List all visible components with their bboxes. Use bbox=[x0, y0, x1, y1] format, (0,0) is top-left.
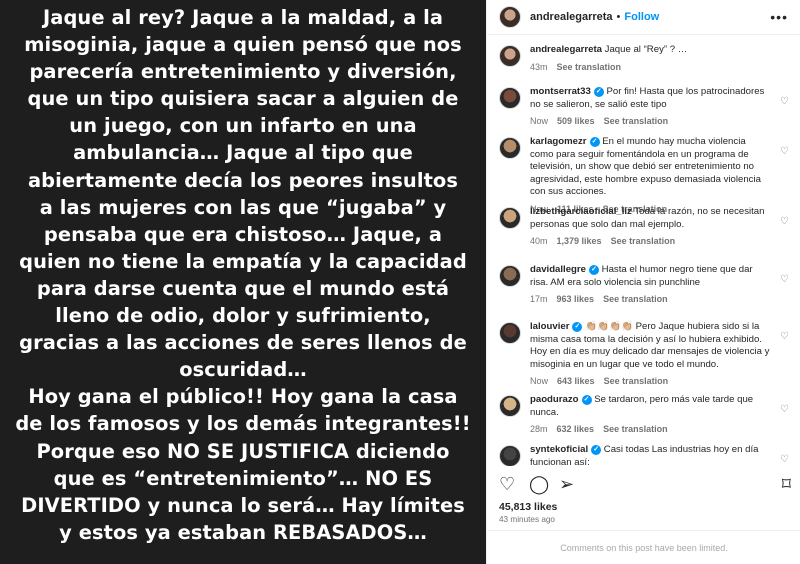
post-text-line: oscuridad… bbox=[179, 358, 307, 382]
verified-badge-icon: ✓ bbox=[591, 445, 602, 455]
commenter-avatar[interactable] bbox=[499, 137, 521, 159]
post-text-line: ambulancia… Jaque al tipo que bbox=[73, 141, 413, 165]
post-text-line: un juego, con un infarto en una bbox=[69, 114, 417, 138]
comments-list[interactable]: andrealegarreta Jaque al “Rey” ? … 43m Se… bbox=[487, 36, 800, 466]
header-separator: • bbox=[616, 11, 621, 23]
post-image-text: Jaque al rey? Jaque a la maldad, a la mi… bbox=[0, 0, 486, 546]
caption: andrealegarreta Jaque al “Rey” ? … 43m Se… bbox=[499, 44, 795, 72]
see-translation-link[interactable]: See translation bbox=[604, 116, 669, 126]
comment-time: 40m bbox=[530, 236, 548, 247]
post-text-line: DIVERTIDO y nunca lo será… Hay límites bbox=[21, 493, 465, 517]
author-username[interactable]: andrealegarreta bbox=[530, 11, 613, 23]
comment-like-icon[interactable]: ♡ bbox=[780, 216, 789, 227]
commenter-username[interactable]: syntekoficial bbox=[530, 444, 588, 455]
commenter-avatar[interactable] bbox=[499, 322, 521, 344]
caption-avatar[interactable] bbox=[499, 45, 521, 67]
comment-time: 28m bbox=[530, 424, 548, 435]
comment-like-icon[interactable]: ♡ bbox=[780, 454, 789, 465]
comment-icon[interactable]: ◯ bbox=[529, 474, 549, 494]
commenter-username[interactable]: davidallegre bbox=[530, 264, 586, 275]
post-text-line: misoginia, jaque a quien pensó que nos bbox=[24, 33, 462, 57]
comments-limited-notice: Comments on this post have been limited. bbox=[487, 530, 800, 564]
verified-badge-icon: ✓ bbox=[581, 395, 592, 405]
post-text-line: que un tipo quisiera sacar a alguien de bbox=[27, 87, 459, 111]
comment-likes[interactable]: 1,379 likes bbox=[557, 236, 602, 246]
post-text-line: Jaque al rey? Jaque a la maldad, a la bbox=[42, 6, 444, 29]
see-translation-link[interactable]: See translation bbox=[557, 62, 622, 72]
comment-item: montserrat33 ✓ Por fin! Hasta que los pat… bbox=[499, 86, 795, 126]
commenter-username[interactable]: karlagomezr bbox=[530, 136, 587, 147]
commenter-username[interactable]: lizbethgarciaoficial_liz bbox=[530, 206, 632, 217]
commenter-avatar[interactable] bbox=[499, 265, 521, 287]
comment-time: 17m bbox=[530, 294, 548, 305]
post-text-line: a las mujeres con las que “jugaba” y bbox=[39, 195, 447, 219]
post-time: 43 minutes ago bbox=[499, 515, 555, 524]
comment-item: karlagomezr ✓ En el mundo hay mucha viole… bbox=[499, 136, 795, 214]
post-text-line: Hoy gana el público!! Hoy gana la casa bbox=[28, 385, 458, 409]
likes-count[interactable]: 45,813 likes bbox=[499, 501, 557, 513]
see-translation-link[interactable]: See translation bbox=[611, 236, 676, 246]
comment-item: paodurazo ✓ Se tardaron, pero más vale ta… bbox=[499, 394, 795, 434]
share-icon[interactable]: ➢ bbox=[559, 474, 574, 494]
see-translation-link[interactable]: See translation bbox=[604, 376, 669, 386]
post-text-line: Porque eso NO SE JUSTIFICA diciendo bbox=[36, 439, 450, 463]
more-options-icon[interactable]: ••• bbox=[770, 9, 788, 25]
post-text-line: lleno de odio, dolor y sufrimiento, bbox=[55, 304, 431, 328]
comment-likes[interactable]: 632 likes bbox=[557, 424, 595, 434]
post-text-line: para darse cuenta que el mundo está bbox=[36, 276, 450, 300]
post-text-line: que es “entretenimiento”… NO ES bbox=[53, 466, 433, 490]
post-text-line: de los famosos y los demás integrantes!! bbox=[15, 412, 471, 436]
comment-like-icon[interactable]: ♡ bbox=[780, 331, 789, 342]
comment-item: davidallegre ✓ Hasta el humor negro tiene… bbox=[499, 264, 795, 304]
post-text-line: abiertamente decía los peores insultos bbox=[27, 168, 458, 192]
verified-badge-icon: ✓ bbox=[589, 137, 600, 147]
verified-badge-icon: ✓ bbox=[572, 322, 583, 332]
caption-text: Jaque al “Rey” ? … bbox=[604, 44, 688, 55]
post-text-line: quien no tiene la empatía y la capacidad bbox=[19, 249, 467, 273]
verified-badge-icon: ✓ bbox=[593, 87, 604, 97]
comment-like-icon[interactable]: ♡ bbox=[780, 274, 789, 285]
post-actions: ♡ ◯ ➢ ⌑ bbox=[499, 474, 791, 496]
comment-like-icon[interactable]: ♡ bbox=[780, 96, 789, 107]
post-text-line: pensaba que era chistoso… Jaque, a bbox=[43, 222, 443, 246]
post-text-line: gracias a las acciones de seres llenos d… bbox=[19, 331, 467, 355]
comment-time: Now bbox=[530, 376, 549, 387]
caption-username[interactable]: andrealegarreta bbox=[530, 44, 602, 55]
commenter-username[interactable]: lalouvier bbox=[530, 321, 569, 332]
see-translation-link[interactable]: See translation bbox=[603, 294, 668, 304]
post-image: Jaque al rey? Jaque a la maldad, a la mi… bbox=[0, 0, 486, 564]
bookmark-icon[interactable]: ⌑ bbox=[782, 474, 791, 494]
see-translation-link[interactable]: See translation bbox=[603, 424, 668, 434]
commenter-avatar[interactable] bbox=[499, 87, 521, 109]
follow-button[interactable]: Follow bbox=[624, 11, 659, 23]
heart-icon[interactable]: ♡ bbox=[499, 474, 515, 494]
comment-likes[interactable]: 643 likes bbox=[557, 376, 595, 386]
comment-item: lalouvier ✓ 👏🏼👏🏼👏🏼👏🏼 Pero Jaque hubiera s… bbox=[499, 321, 795, 386]
commenter-avatar[interactable] bbox=[499, 207, 521, 229]
commenter-username[interactable]: paodurazo bbox=[530, 394, 579, 405]
comment-likes[interactable]: 509 likes bbox=[557, 116, 595, 126]
post-sidebar: andrealegarreta • Follow ••• andrealegar… bbox=[486, 0, 800, 564]
comment-time: Now bbox=[530, 116, 549, 127]
comment-item: syntekoficial ✓ Casi todas Las industrias… bbox=[499, 444, 795, 466]
post-text-line: y estos ya estaban REBASADOS… bbox=[59, 520, 427, 544]
author-avatar[interactable] bbox=[499, 6, 521, 28]
comment-like-icon[interactable]: ♡ bbox=[780, 404, 789, 415]
comment-likes[interactable]: 963 likes bbox=[557, 294, 595, 304]
verified-badge-icon: ✓ bbox=[589, 265, 599, 275]
comment-like-icon[interactable]: ♡ bbox=[780, 146, 789, 157]
post-header: andrealegarreta • Follow ••• bbox=[487, 0, 800, 35]
post-text-line: parecería entretenimiento y diversión, bbox=[29, 60, 457, 84]
commenter-username[interactable]: montserrat33 bbox=[530, 86, 591, 97]
commenter-avatar[interactable] bbox=[499, 395, 521, 417]
caption-time: 43m bbox=[530, 61, 548, 72]
commenter-avatar[interactable] bbox=[499, 445, 521, 466]
comment-item: lizbethgarciaoficial_liz Toda la razón, … bbox=[499, 206, 795, 246]
